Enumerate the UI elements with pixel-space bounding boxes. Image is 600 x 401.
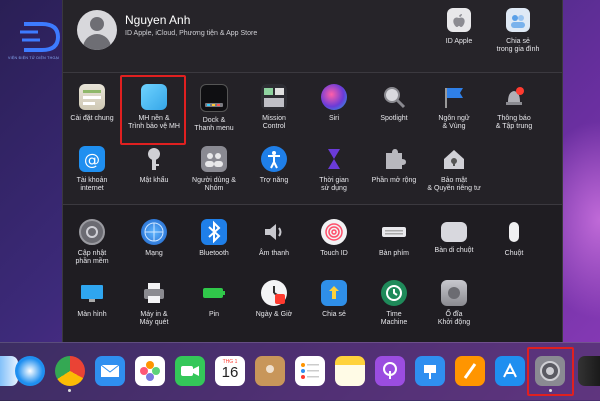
keynote-icon[interactable] <box>415 356 445 386</box>
pref-mouse[interactable]: Chuột <box>483 219 545 258</box>
pref-bluetooth[interactable]: Bluetooth <box>183 219 245 258</box>
startup-disk-icon <box>441 280 467 306</box>
pref-software-update[interactable]: Cập nhật phần mềm <box>61 219 123 266</box>
contacts-icon[interactable] <box>255 356 285 386</box>
pref-startup-disk[interactable]: Ổ đĩa Khởi động <box>423 280 485 327</box>
pref-trackpad[interactable]: Bàn di chuột <box>423 219 485 255</box>
family-sharing-button[interactable]: Chia sẻ trong gia đình <box>488 8 548 54</box>
pref-sound[interactable]: Âm thanh <box>243 219 305 258</box>
pref-extensions[interactable]: Phần mở rộng <box>363 146 425 185</box>
pref-touch-id[interactable]: Touch ID <box>303 219 365 258</box>
mouse-icon <box>501 219 527 245</box>
displays-icon <box>79 280 105 306</box>
pref-keyboard[interactable]: Bàn phím <box>363 219 425 258</box>
pref-general[interactable]: Cài đặt chung <box>61 84 123 123</box>
dock: THG 1 16 <box>0 342 600 401</box>
pref-network[interactable]: Mạng <box>123 219 185 258</box>
passwords-icon <box>141 146 167 172</box>
safari-icon[interactable] <box>15 356 45 386</box>
terminal-icon[interactable] <box>578 356 600 386</box>
battery-icon <box>201 280 227 306</box>
pref-battery[interactable]: Pin <box>183 280 245 319</box>
mail-icon[interactable] <box>95 356 125 386</box>
pref-accessibility[interactable]: Trợ năng <box>243 146 305 185</box>
pref-security-privacy[interactable]: Bảo mật & Quyền riêng tư <box>423 146 485 193</box>
user-subtitle: ID Apple, iCloud, Phương tiện & App Stor… <box>125 30 258 37</box>
pref-internet-accounts[interactable]: @ Tài khoản internet <box>61 146 123 193</box>
svg-text:@: @ <box>84 150 100 169</box>
reminders-icon[interactable] <box>295 356 325 386</box>
pref-date-time[interactable]: Ngày & Giờ <box>243 280 305 319</box>
facetime-icon[interactable] <box>175 356 205 386</box>
watermark-logo: VIỆN ĐIỆN TỬ DIỆN THOẠI <box>8 20 64 60</box>
account-header: Nguyen Anh ID Apple, iCloud, Phương tiện… <box>63 0 562 72</box>
pages-icon[interactable] <box>455 356 485 386</box>
pref-screen-time[interactable]: Thời gian sử dụng <box>303 146 365 193</box>
photos-icon[interactable] <box>135 356 165 386</box>
security-privacy-icon <box>441 146 467 172</box>
bluetooth-icon <box>201 219 227 245</box>
time-machine-icon <box>381 280 407 306</box>
pref-users-groups[interactable]: Người dùng & Nhóm <box>183 146 245 193</box>
running-indicator <box>68 389 71 392</box>
dock-icon <box>200 84 228 112</box>
user-name: Nguyen Anh <box>125 13 191 27</box>
calendar-icon[interactable]: THG 1 16 <box>215 356 245 386</box>
printers-scanners-icon <box>141 280 167 306</box>
pref-spotlight[interactable]: Spotlight <box>363 84 425 123</box>
pref-notifications[interactable]: Thông báo & Tập trung <box>483 84 545 131</box>
keyboard-icon <box>381 219 407 245</box>
pref-passwords[interactable]: Mật khẩu <box>123 146 185 185</box>
touch-id-icon <box>321 219 347 245</box>
highlight-desktop-screensaver <box>120 75 186 145</box>
screen-time-icon <box>321 146 347 172</box>
language-region-icon <box>441 84 467 110</box>
podcasts-icon[interactable] <box>375 356 405 386</box>
mission-control-icon <box>261 84 287 110</box>
pref-mission-control[interactable]: Mission Control <box>243 84 305 131</box>
app-store-icon[interactable] <box>495 356 525 386</box>
highlight-system-preferences <box>527 347 574 396</box>
spotlight-icon <box>381 84 407 110</box>
accessibility-icon <box>261 146 287 172</box>
pref-language-region[interactable]: Ngôn ngữ & Vùng <box>423 84 485 131</box>
apple-id-button[interactable]: ID Apple <box>429 8 489 46</box>
pref-dock[interactable]: Dock & Thanh menu <box>183 84 245 133</box>
pref-siri[interactable]: Siri <box>303 84 365 123</box>
notifications-icon <box>501 84 527 110</box>
system-preferences-window: Nguyen Anh ID Apple, iCloud, Phương tiện… <box>62 0 563 342</box>
network-icon <box>141 219 167 245</box>
siri-icon <box>321 84 347 110</box>
general-icon <box>79 84 105 110</box>
pref-printers-scanners[interactable]: Máy in & Máy quét <box>123 280 185 327</box>
avatar[interactable] <box>77 10 117 50</box>
pref-sharing[interactable]: Chia sẻ <box>303 280 365 319</box>
divider <box>63 204 562 205</box>
trackpad-icon <box>441 222 467 242</box>
chrome-icon[interactable] <box>55 356 85 386</box>
date-time-icon <box>261 280 287 306</box>
software-update-icon <box>79 219 105 245</box>
pref-time-machine[interactable]: Time Machine <box>363 280 425 327</box>
family-sharing-icon <box>506 8 530 32</box>
extensions-icon <box>381 146 407 172</box>
users-groups-icon <box>201 146 227 172</box>
sound-icon <box>261 219 287 245</box>
pref-displays[interactable]: Màn hình <box>61 280 123 319</box>
notes-icon[interactable] <box>335 356 365 386</box>
apple-logo-icon <box>447 8 471 32</box>
sharing-icon <box>321 280 347 306</box>
internet-accounts-icon: @ <box>79 146 105 172</box>
